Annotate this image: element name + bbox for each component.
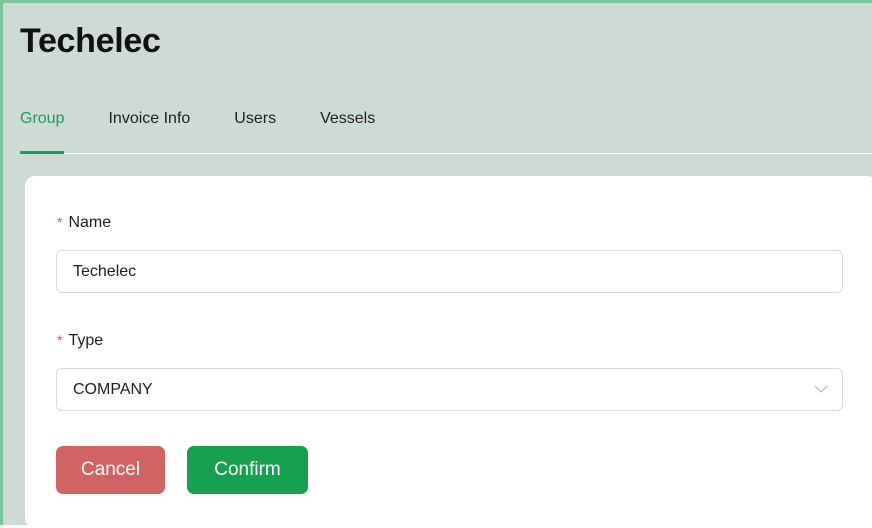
name-label: * Name [57,214,111,232]
chevron-down-icon [814,385,828,393]
required-marker: * [57,214,63,230]
tab-group[interactable]: Group [20,99,65,154]
page-background: Techelec Group Invoice Info Users Vessel… [0,0,872,528]
confirm-button[interactable]: Confirm [187,446,308,494]
type-label-text: Type [68,332,104,349]
tab-vessels[interactable]: Vessels [320,99,375,153]
type-label: * Type [57,332,103,350]
type-select-value: COMPANY [73,381,153,398]
cancel-button[interactable]: Cancel [56,446,165,494]
tab-invoice-info[interactable]: Invoice Info [108,99,190,153]
tab-users[interactable]: Users [234,99,276,153]
name-input[interactable] [56,250,843,293]
page-title: Techelec [20,22,161,60]
tab-bar: Group Invoice Info Users Vessels [20,99,872,154]
required-marker: * [57,332,63,348]
name-label-text: Name [68,214,112,231]
group-form-card: * Name * Type COMPANY Cancel Confirm [25,176,872,528]
type-select[interactable]: COMPANY [56,368,843,411]
